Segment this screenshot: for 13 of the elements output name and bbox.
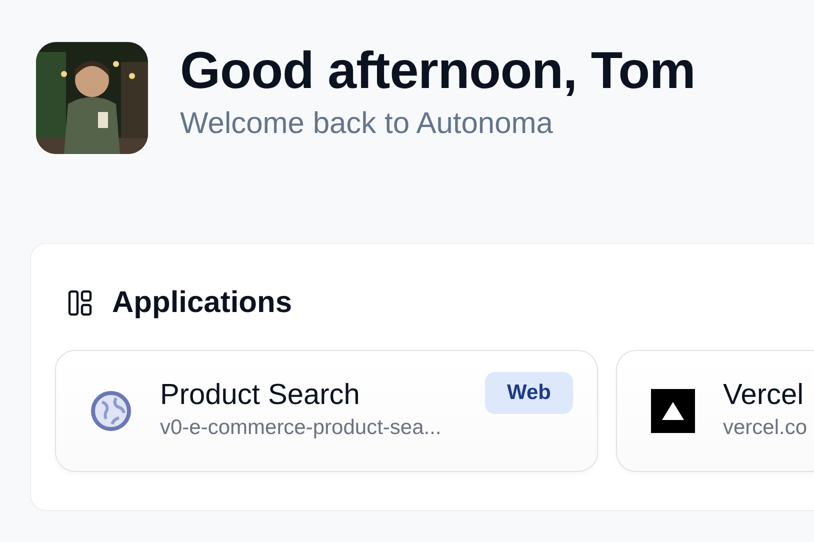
application-name: Vercel xyxy=(723,378,805,412)
greeting-title: Good afternoon, Tom xyxy=(180,41,696,101)
layout-icon xyxy=(68,290,92,316)
section-title: Applications xyxy=(112,286,292,320)
triangle-logo-icon xyxy=(651,389,695,433)
application-url: vercel.co xyxy=(723,416,808,440)
application-url: v0-e-commerce-product-sea... xyxy=(160,416,442,440)
application-card[interactable]: Product Search v0-e-commerce-product-sea... Web xyxy=(55,350,598,472)
welcome-subtitle: Welcome back to Autonoma xyxy=(180,107,554,141)
globe-icon xyxy=(90,390,132,432)
application-card[interactable]: Vercel vercel.co xyxy=(616,350,814,472)
application-name: Product Search xyxy=(160,378,361,412)
platform-tag: Web xyxy=(485,372,573,414)
